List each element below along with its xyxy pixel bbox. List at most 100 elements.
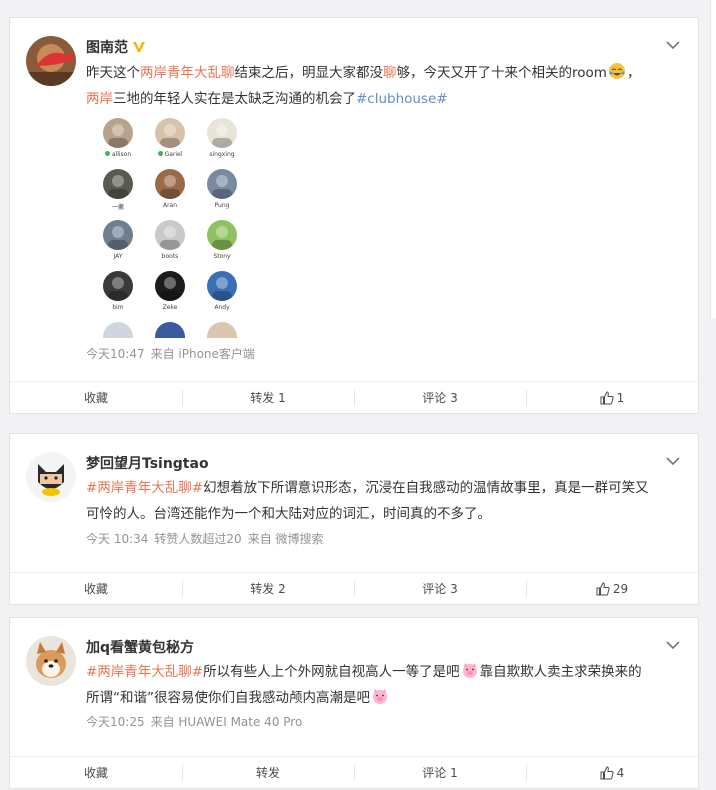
text-segment: 够，今天又开了十来个相关的room (396, 65, 607, 81)
action-bar: 收藏 转发 1 评论 3 1 (10, 381, 698, 413)
pig-face-emoji-icon (373, 689, 387, 704)
avatar[interactable] (26, 452, 76, 502)
comment-button[interactable]: 评论 3 (354, 382, 526, 413)
username-text[interactable]: 加q看蟹黄包秘方 (86, 640, 194, 656)
post-source: 来自 微博搜索 (247, 532, 324, 546)
repost-button[interactable]: 转发 1 (182, 382, 354, 413)
post-card: 图南范 昨天这个两岸青年大乱聊结束之后，明显大家都没聊够，今天又开了十来个相关的… (9, 17, 699, 414)
room-member: Andy (202, 271, 242, 311)
favorite-button[interactable]: 收藏 (10, 382, 182, 413)
like-count: 4 (616, 765, 625, 780)
member-name: Zeke (150, 304, 190, 311)
hashtag-link[interactable]: #clubhouse# (356, 91, 448, 107)
member-name-text: Zeke (162, 304, 178, 311)
repost-label: 转发 1 (250, 391, 286, 405)
like-button[interactable]: 1 (526, 382, 698, 413)
text-segment: 昨天这个 (86, 65, 140, 81)
keyword-link[interactable]: 两岸 (86, 91, 113, 107)
favorite-button[interactable]: 收藏 (10, 573, 182, 604)
clubhouse-screenshot[interactable]: allison Gariel singxing 一撇 Aran Pung JAY boots S… (98, 118, 248, 338)
repost-count-note: 转赞人数超过20 (154, 532, 242, 546)
post-meta: 今天 10:34 转赞人数超过20 来自 微博搜索 (86, 530, 330, 547)
favorite-button[interactable]: 收藏 (10, 757, 182, 788)
username[interactable]: 图南范 (86, 37, 146, 57)
member-avatar (207, 271, 237, 301)
username[interactable]: 加q看蟹黄包秘方 (86, 637, 194, 657)
like-button[interactable]: 4 (526, 757, 698, 788)
comment-label: 评论 1 (422, 766, 458, 780)
favorite-label: 收藏 (83, 582, 108, 596)
member-name: boots (150, 253, 190, 260)
comment-button[interactable]: 评论 1 (354, 757, 526, 788)
member-avatar (155, 322, 185, 338)
post-text: #两岸青年大乱聊#所以有些人上个外网就自视高人一等了是吧 靠自欺欺人卖主求荣换来的… (86, 659, 676, 711)
post-meta: 今天10:47 来自 iPhone客户端 (86, 345, 261, 362)
room-member: Zeke (150, 271, 190, 311)
thumbs-up-icon (596, 581, 610, 595)
avatar[interactable] (26, 36, 76, 86)
member-name: singxing (202, 151, 242, 158)
member-avatar (155, 169, 185, 199)
repost-button[interactable]: 转发 (182, 757, 354, 788)
username[interactable]: 梦回望月Tsingtao (86, 453, 209, 473)
member-name-text: Stony (213, 253, 231, 260)
member-name: Andy (202, 304, 242, 311)
chevron-down-icon[interactable] (666, 640, 680, 650)
repost-button[interactable]: 转发 2 (182, 573, 354, 604)
member-name-text: bim (112, 304, 124, 311)
username-text[interactable]: 梦回望月Tsingtao (86, 456, 209, 472)
member-name-text: boots (161, 253, 179, 260)
like-count: 29 (612, 581, 629, 596)
chevron-down-icon[interactable] (666, 456, 680, 466)
topic-link[interactable]: 两岸青年大乱聊 (140, 65, 235, 81)
member-name: 一撇 (98, 202, 138, 211)
post-text: #两岸青年大乱聊#幻想着放下所谓意识形态，沉浸在自我感动的温情故事里，真是一群可… (86, 475, 676, 527)
room-member-cropped (202, 322, 242, 338)
text-segment: 三地的年轻人实在是太缺乏沟通的机会了 (113, 91, 356, 107)
favorite-label: 收藏 (83, 391, 108, 405)
action-bar: 收藏 转发 2 评论 3 29 (10, 572, 698, 604)
comment-button[interactable]: 评论 3 (354, 573, 526, 604)
comment-label: 评论 3 (422, 582, 458, 596)
online-dot-icon (157, 151, 163, 156)
member-name: Pung (202, 202, 242, 209)
post-card: 加q看蟹黄包秘方 #两岸青年大乱聊#所以有些人上个外网就自视高人一等了是吧 靠自欺… (9, 617, 699, 789)
member-name: bim (98, 304, 138, 311)
post-time[interactable]: 今天10:47 (86, 347, 145, 361)
member-avatar (155, 118, 185, 148)
comment-label: 评论 3 (422, 391, 458, 405)
username-text[interactable]: 图南范 (86, 40, 128, 56)
post-time[interactable]: 今天10:25 (86, 715, 145, 729)
like-button[interactable]: 29 (526, 573, 698, 604)
post-source: 来自 iPhone客户端 (150, 347, 255, 361)
room-member: Stony (202, 220, 242, 260)
member-name-text: singxing (209, 151, 235, 158)
action-bar: 收藏 转发 评论 1 4 (10, 756, 698, 788)
room-member: 一撇 (98, 169, 138, 211)
scrollbar[interactable] (710, 0, 716, 318)
thumbs-up-icon (600, 765, 614, 779)
hashtag-link[interactable]: #两岸青年大乱聊# (86, 480, 203, 496)
text-segment: ， (626, 65, 641, 81)
member-avatar (103, 271, 133, 301)
room-member: JAY (98, 220, 138, 260)
hashtag-link[interactable]: #两岸青年大乱聊# (86, 664, 203, 680)
member-name-text: 一撇 (111, 204, 124, 211)
post-time[interactable]: 今天 10:34 (86, 532, 148, 546)
favorite-label: 收藏 (83, 766, 108, 780)
post-text: 昨天这个两岸青年大乱聊结束之后，明显大家都没聊够，今天又开了十来个相关的room… (86, 60, 676, 112)
member-name-text: Aran (162, 202, 178, 209)
like-count: 1 (616, 390, 625, 405)
room-member: Pung (202, 169, 242, 209)
avatar[interactable] (26, 636, 76, 686)
laugh-cry-emoji-icon (608, 63, 625, 79)
keyword-link[interactable]: 聊 (383, 65, 397, 81)
member-avatar (207, 220, 237, 250)
member-name-text: Gariel (164, 151, 183, 158)
chevron-down-icon[interactable] (666, 40, 680, 50)
member-name-text: Andy (214, 304, 230, 311)
member-avatar (103, 220, 133, 250)
room-member: singxing (202, 118, 242, 158)
member-avatar (103, 118, 133, 148)
member-name-text: Pung (214, 202, 230, 209)
